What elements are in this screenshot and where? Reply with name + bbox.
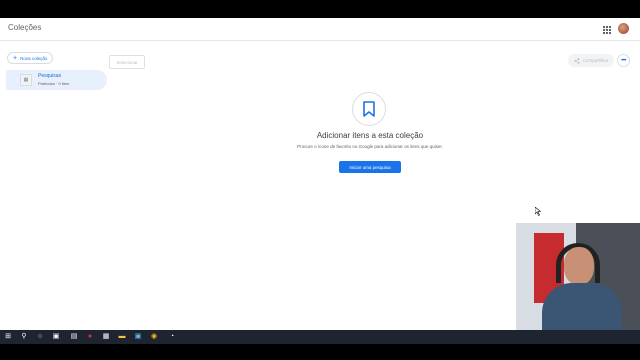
select-button[interactable]: Selecionar — [109, 55, 145, 69]
avatar[interactable] — [618, 23, 629, 34]
plus-icon: + — [13, 54, 18, 62]
app-icon-5[interactable]: ◔ — [168, 333, 176, 341]
new-collection-label: Nova coleção — [20, 55, 48, 61]
app-title: Coleções — [8, 23, 42, 32]
new-collection-button[interactable]: + Nova coleção — [7, 52, 53, 64]
cortana-icon[interactable]: ○ — [36, 333, 44, 341]
bookmark-icon — [352, 92, 386, 126]
sidebar-item-pesquisas[interactable]: ▦ Pesquisas Particular · 0 item — [6, 70, 107, 90]
app-header: Coleções — [0, 18, 640, 41]
windows-start-icon[interactable]: ⊞ — [4, 333, 12, 341]
collection-subtitle: Particular · 0 item — [38, 81, 70, 86]
bottom-black-bar — [0, 344, 640, 360]
more-icon[interactable]: ••• — [617, 54, 630, 67]
share-icon — [574, 57, 580, 64]
empty-state-title: Adicionar itens a esta coleção — [316, 131, 424, 140]
top-black-bar — [0, 0, 640, 18]
app-icon-3[interactable]: ▦ — [102, 333, 110, 341]
share-button[interactable]: Compartilhar — [568, 54, 614, 67]
collection-thumbnail-icon: ▦ — [20, 74, 32, 86]
windows-taskbar: ⊞ ⚲ ○ ▣ ▤ ● ▦ ▬ ▣ ◉ ◔ — [0, 330, 640, 344]
share-label: Compartilhar — [582, 58, 609, 63]
empty-state-description: Procure o ícone de favorito no Google pa… — [297, 144, 443, 149]
collection-title: Pesquisas — [38, 73, 62, 79]
task-view-icon[interactable]: ▣ — [52, 333, 60, 341]
app-icon-2[interactable]: ● — [86, 333, 94, 341]
folder-icon[interactable]: ▬ — [118, 333, 126, 341]
webcam-overlay: udemy — [516, 223, 640, 333]
chrome-icon[interactable]: ◉ — [150, 333, 158, 341]
start-search-button[interactable]: Iniciar uma pesquisa — [339, 161, 401, 173]
app-icon-1[interactable]: ▤ — [70, 333, 78, 341]
app-icon-4[interactable]: ▣ — [134, 333, 142, 341]
mouse-cursor-icon — [535, 207, 541, 216]
apps-grid-icon[interactable] — [603, 26, 611, 34]
search-icon[interactable]: ⚲ — [20, 333, 28, 341]
